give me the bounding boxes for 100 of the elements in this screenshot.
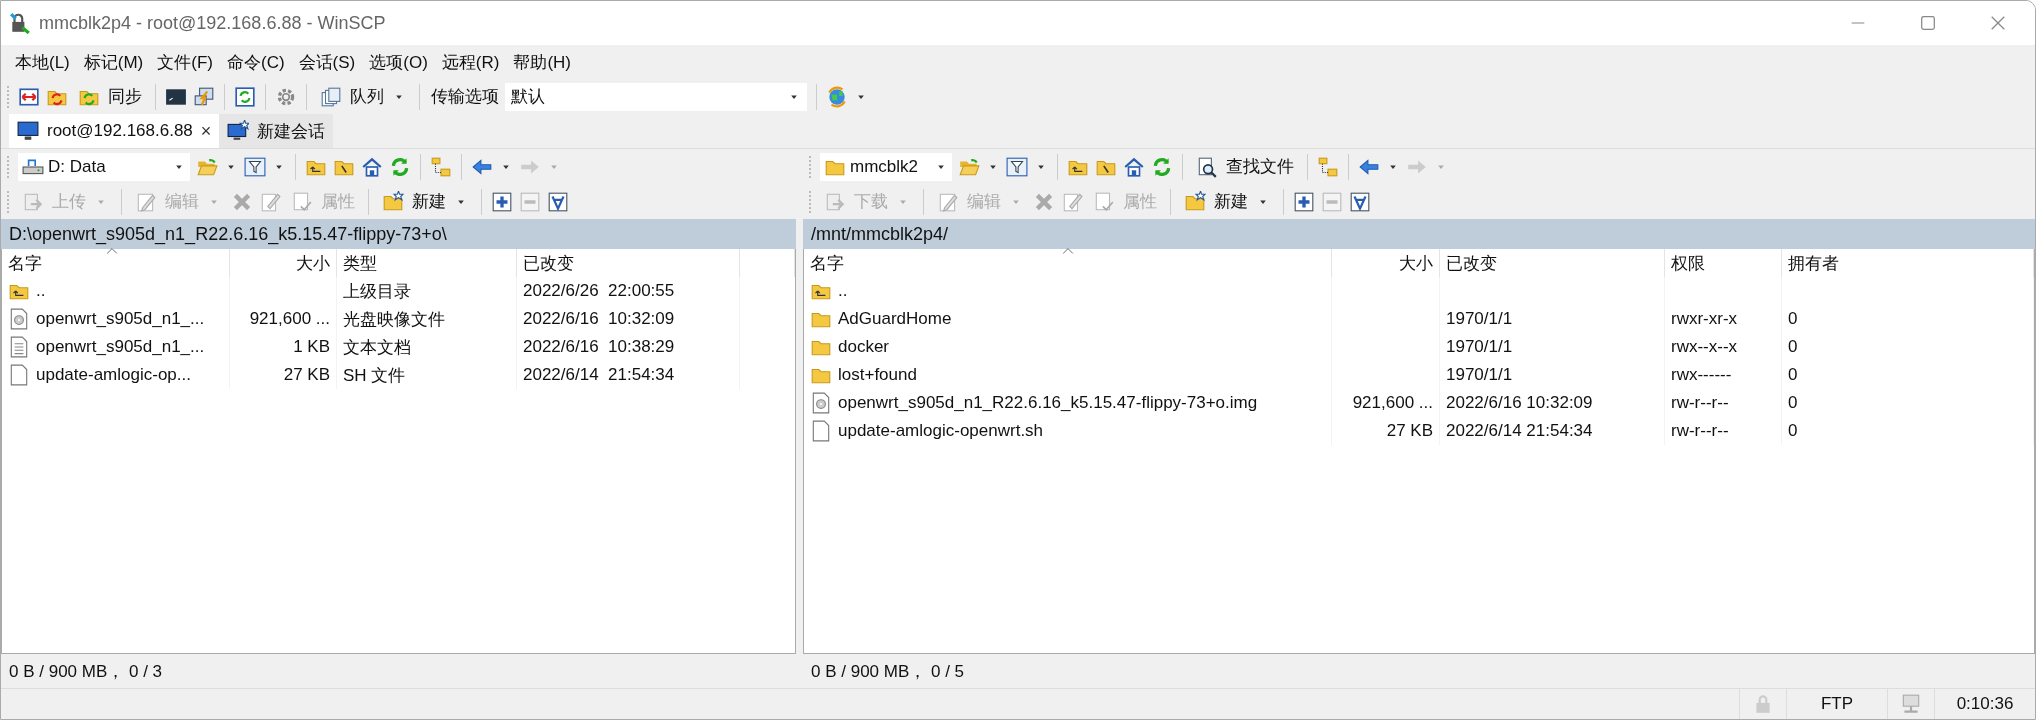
table-cell: 921,600 ... [249, 309, 330, 329]
table-cell[interactable]: docker [838, 337, 890, 357]
table-cell[interactable]: openwrt_s905d_n1_... [36, 309, 205, 329]
table-cell[interactable]: .. [36, 281, 46, 301]
menu-item[interactable]: 会话(S) [298, 50, 356, 74]
table-cell-text: SH 文件 [343, 364, 406, 387]
location-dropdown[interactable]: mmcblk2 [820, 152, 952, 181]
close-tab-button[interactable]: × [200, 120, 212, 142]
table-cell: rw-r--r-- [1671, 393, 1729, 413]
column-header[interactable]: 类型 [337, 249, 517, 277]
refresh-icon[interactable] [389, 155, 411, 178]
session-tab[interactable]: root@192.168.6.88 × [9, 114, 220, 148]
text-file-icon [8, 336, 30, 358]
find-files-button[interactable]: 查找文件 [1192, 153, 1298, 180]
file-icon [810, 420, 832, 442]
table-cell: 2022/6/26 22:00:55 [523, 281, 675, 301]
menu-item[interactable]: 标记(M) [83, 50, 144, 74]
select-icon[interactable] [1349, 190, 1371, 213]
column-header[interactable]: 拥有者 [1782, 249, 2034, 277]
column-header[interactable]: 大小 [230, 249, 337, 277]
maximize-icon[interactable] [1919, 14, 1937, 32]
table-cell: 0 [1788, 309, 1798, 329]
documents-icon [320, 85, 342, 108]
location-dropdown[interactable]: D: Data [18, 152, 190, 181]
disc-file-icon [810, 392, 832, 414]
refresh-icon[interactable] [1151, 155, 1173, 178]
path-text: D:\openwrt_s905d_n1_R22.6.16_k5.15.47-flippy-73+o\ [9, 223, 447, 245]
file-icon [8, 364, 30, 386]
home-icon[interactable] [1123, 155, 1145, 178]
column-header[interactable]: 大小 [1332, 249, 1440, 277]
menu-item[interactable]: 选项(O) [369, 50, 428, 74]
menu-item[interactable]: 远程(R) [441, 50, 500, 74]
network-monitor-icon [1900, 693, 1922, 715]
sort-caret-icon [104, 247, 120, 255]
column-header[interactable]: 名字 [2, 249, 230, 277]
elapsed-time: 0:10:36 [1956, 694, 2014, 714]
column-header[interactable]: 名字 [804, 249, 1332, 277]
window-title: mmcblk2p4 - root@192.168.6.88 - WinSCP [39, 12, 386, 34]
home-icon[interactable] [361, 155, 383, 178]
sort-caret-icon [1060, 247, 1076, 255]
computers-icon[interactable] [193, 85, 215, 108]
table-cell[interactable]: lost+found [838, 365, 917, 385]
table-cell: 0 [1788, 337, 1798, 357]
padlock-icon [9, 12, 31, 34]
column-header[interactable]: 权限 [1665, 249, 1782, 277]
filter-icon[interactable] [244, 155, 266, 178]
search-icon [1196, 155, 1218, 178]
table-cell[interactable]: openwrt_s905d_n1_R22.6.16_k5.15.47-flippy-73+o.img [838, 393, 1258, 413]
table-cell: 0 [1788, 393, 1798, 413]
menu-item[interactable]: 本地(L) [15, 50, 70, 74]
table-cell: 0 [1788, 421, 1798, 441]
table-cell: 0 [1788, 365, 1798, 385]
panel-status: 0 B / 900 MB， 0 / 3 [9, 660, 163, 683]
table-cell: 27 KB [283, 365, 330, 385]
table-cell-text: 上级目录 [343, 280, 411, 303]
refresh-icon[interactable] [234, 85, 256, 108]
close-icon[interactable] [1989, 14, 2007, 32]
compare-icon[interactable] [18, 85, 40, 108]
globe-icon[interactable] [826, 85, 848, 108]
column-header[interactable]: 已改变 [1440, 249, 1665, 277]
queue-button[interactable]: 队列 [316, 83, 410, 110]
panel-status: 0 B / 900 MB， 0 / 5 [811, 660, 965, 683]
table-cell[interactable]: update-amlogic-op... [36, 365, 191, 385]
properties-icon [1093, 190, 1115, 213]
table-cell: 2022/6/16 10:38:29 [523, 337, 675, 357]
table-cell[interactable]: AdGuardHome [838, 309, 952, 329]
table-cell: 1 KB [293, 337, 330, 357]
table-cell: 2022/6/14 21:54:34 [523, 365, 675, 385]
sync-button[interactable]: 同步 [74, 83, 146, 110]
monitor-icon [17, 120, 39, 142]
table-cell[interactable]: update-amlogic-openwrt.sh [838, 421, 1044, 441]
tab-label: 新建会话 [257, 120, 326, 143]
table-cell: 2022/6/16 10:32:09 [523, 309, 675, 329]
plus-icon[interactable] [1293, 190, 1315, 213]
plus-icon[interactable] [491, 190, 513, 213]
new-folder-icon [1184, 190, 1206, 213]
table-cell: 1970/1/1 [1446, 309, 1513, 329]
new-button[interactable]: 新建 [378, 188, 472, 215]
new-button[interactable]: 新建 [1180, 188, 1274, 215]
column-header[interactable]: 已改变 [517, 249, 740, 277]
filter-icon[interactable] [1006, 155, 1028, 178]
table-cell: 27 KB [1386, 421, 1433, 441]
menu-item[interactable]: 帮助(H) [513, 50, 572, 74]
table-cell[interactable]: openwrt_s905d_n1_... [36, 337, 205, 357]
table-cell: rwx------ [1671, 365, 1732, 385]
menu-item[interactable]: 命令(C) [227, 50, 285, 74]
table-cell: 2022/6/16 10:32:09 [1446, 393, 1593, 413]
select-icon[interactable] [547, 190, 569, 213]
menu-item[interactable]: 文件(F) [157, 50, 213, 74]
monitor-star-icon [227, 120, 250, 142]
table-cell[interactable]: .. [838, 281, 848, 301]
path-text: /mnt/mmcblk2p4/ [811, 223, 949, 245]
tab-label: root@192.168.6.88 [47, 121, 193, 141]
table-cell: 1970/1/1 [1446, 337, 1513, 357]
session-tab[interactable]: 新建会话 [219, 114, 334, 148]
disc-file-icon [8, 308, 30, 330]
table-cell-text: 文本文档 [343, 336, 411, 359]
transfer-options-dropdown[interactable]: 默认 [505, 82, 807, 111]
table-cell-text: 光盘映像文件 [343, 308, 445, 331]
table-cell: rwxr-xr-x [1671, 309, 1738, 329]
